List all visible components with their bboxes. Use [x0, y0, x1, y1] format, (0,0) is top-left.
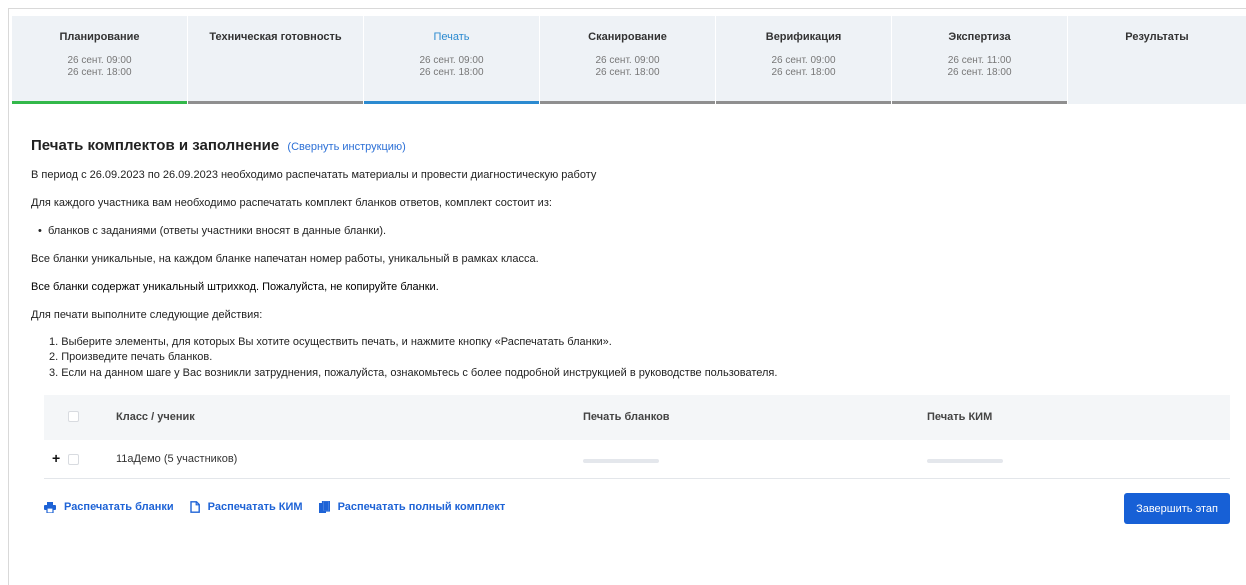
- print-actions: Распечатать бланки Распечатать КИМ Распе…: [44, 501, 521, 513]
- stage-progress-bar: [540, 101, 715, 104]
- stage-title: Результаты: [1125, 31, 1189, 43]
- instructions-section: Печать комплектов и заполнение (Свернуть…: [31, 136, 1231, 157]
- stage-technical-readiness[interactable]: Техническая готовность: [188, 16, 364, 104]
- stage-title: Экспертиза: [948, 31, 1011, 43]
- section-title: Печать комплектов и заполнение: [31, 137, 280, 154]
- plus-icon[interactable]: +: [52, 451, 60, 465]
- stage-scanning[interactable]: Сканирование 26 сент. 09:00 26 сент. 18:…: [540, 16, 716, 104]
- stage-time-start: 26 сент. 09:00: [67, 55, 132, 66]
- stage-progress-bar: [364, 101, 539, 104]
- stage-title: Планирование: [59, 31, 140, 43]
- print-full-set-button[interactable]: Распечатать полный комплект: [318, 501, 506, 513]
- stage-expertise[interactable]: Экспертиза 26 сент. 11:00 26 сент. 18:00: [892, 16, 1068, 104]
- stage-print[interactable]: Печать 26 сент. 09:00 26 сент. 18:00: [364, 16, 540, 104]
- print-forms-status-placeholder: [583, 459, 659, 463]
- stage-time-start: 26 сент. 09:00: [771, 55, 836, 66]
- set-intro-text: Для каждого участника вам необходимо рас…: [31, 197, 552, 209]
- stage-time-end: 26 сент. 18:00: [595, 67, 660, 78]
- stage-title: Верификация: [765, 31, 842, 43]
- print-forms-label: Распечатать бланки: [64, 501, 174, 513]
- stage-tabs: Планирование 26 сент. 09:00 26 сент. 18:…: [12, 16, 1246, 104]
- stage-progress-bar: [1068, 101, 1246, 104]
- print-kim-status-placeholder: [927, 459, 1003, 463]
- print-kim-label: Распечатать КИМ: [207, 501, 303, 513]
- stage-progress-bar: [12, 101, 187, 104]
- step-item: 1. Выберите элементы, для которых Вы хот…: [49, 336, 612, 348]
- stage-time-end: 26 сент. 18:00: [947, 67, 1012, 78]
- stage-time-end: 26 сент. 18:00: [419, 67, 484, 78]
- stage-progress-bar: [716, 101, 891, 104]
- steps-intro-text: Для печати выполните следующие действия:: [31, 309, 263, 321]
- table-row[interactable]: + 11аДемо (5 участников): [44, 440, 1230, 479]
- row-checkbox[interactable]: [68, 454, 79, 465]
- column-header-class: Класс / ученик: [116, 411, 195, 423]
- collapse-instruction-link[interactable]: (Свернуть инструкцию): [287, 141, 405, 153]
- select-all-checkbox[interactable]: [68, 411, 79, 422]
- column-header-print-forms: Печать бланков: [583, 411, 670, 423]
- finish-stage-button[interactable]: Завершить этап: [1124, 493, 1230, 524]
- stage-title: Техническая готовность: [209, 31, 342, 43]
- stage-progress-bar: [892, 101, 1067, 104]
- stage-title: Печать: [433, 31, 470, 43]
- class-name: 11аДемо (5 участников): [116, 453, 238, 465]
- stage-verification[interactable]: Верификация 26 сент. 09:00 26 сент. 18:0…: [716, 16, 892, 104]
- unique-forms-text: Все бланки уникальные, на каждом бланке …: [31, 253, 539, 265]
- period-text: В период с 26.09.2023 по 26.09.2023 необ…: [31, 169, 597, 181]
- stage-title: Сканирование: [588, 31, 667, 43]
- set-list-item: бланков с заданиями (ответы участники вн…: [38, 224, 386, 238]
- step-item: 3. Если на данном шаге у Вас возникли за…: [49, 367, 778, 379]
- column-header-print-kim: Печать КИМ: [927, 411, 993, 423]
- stage-planning[interactable]: Планирование 26 сент. 09:00 26 сент. 18:…: [12, 16, 188, 104]
- stage-results[interactable]: Результаты: [1068, 16, 1246, 104]
- stage-time-end: 26 сент. 18:00: [771, 67, 836, 78]
- stage-progress-bar: [188, 101, 363, 104]
- printer-icon: [44, 501, 56, 513]
- stage-time-start: 26 сент. 11:00: [947, 55, 1012, 66]
- classes-table: Класс / ученик Печать бланков Печать КИМ…: [44, 395, 1230, 479]
- step-item: 2. Произведите печать бланков.: [49, 351, 213, 363]
- barcode-warning-text: Все бланки содержат уникальный штрихкод.…: [31, 281, 439, 293]
- document-icon: [189, 501, 200, 513]
- stage-time-start: 26 сент. 09:00: [419, 55, 484, 66]
- print-full-set-label: Распечатать полный комплект: [337, 501, 506, 513]
- section-heading: Печать комплектов и заполнение (Свернуть…: [31, 136, 1231, 157]
- print-forms-button[interactable]: Распечатать бланки: [44, 501, 174, 513]
- documents-stack-icon: [318, 501, 330, 513]
- print-kim-button[interactable]: Распечатать КИМ: [189, 501, 303, 513]
- table-header: Класс / ученик Печать бланков Печать КИМ: [44, 395, 1230, 440]
- stage-time-start: 26 сент. 09:00: [595, 55, 660, 66]
- stage-time-end: 26 сент. 18:00: [67, 67, 132, 78]
